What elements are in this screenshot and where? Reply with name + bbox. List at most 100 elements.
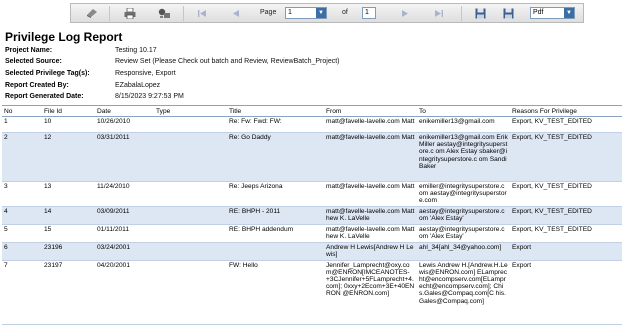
report-toolbar: Page 1 ▼ of 1 Pdf ▼	[70, 3, 584, 23]
column-header-title[interactable]: Title	[227, 105, 324, 117]
table-row: 4 14 03/09/2011 RE: BHPH - 2011 matt@fav…	[2, 206, 622, 225]
cell-reason: Export, KV_TEST_EDITED	[512, 118, 592, 125]
meta-key: Report Generated Date:	[5, 93, 84, 100]
total-pages-field: 1	[362, 7, 376, 19]
column-header-type[interactable]: Type	[154, 105, 227, 117]
cell-file-id: 12	[42, 132, 95, 182]
column-header-no[interactable]: No	[2, 105, 42, 117]
cell-no: 6	[2, 242, 42, 261]
cell-from: matt@favelle-lavelle.com Matt	[326, 118, 415, 125]
export-save-icon[interactable]	[501, 7, 515, 19]
cell-type	[154, 224, 227, 242]
next-page-icon[interactable]	[398, 7, 412, 19]
page-label: Page	[260, 9, 277, 16]
cell-type	[154, 260, 227, 324]
page-number-select[interactable]: 1 ▼	[285, 7, 327, 19]
column-header-file-id[interactable]: File Id	[42, 105, 95, 117]
cell-file-id: 23196	[42, 242, 95, 261]
cell-file-id: 13	[44, 183, 52, 190]
cell-reason: Export, KV_TEST_EDITED	[512, 225, 592, 233]
table-row: 7 23197 04/20/2001 FW: Hello Jennifer_La…	[2, 260, 622, 325]
privilege-log-table: No File Id Date Type Title From To Reaso…	[2, 105, 622, 325]
cell-no: 3	[4, 183, 8, 190]
cell-type	[154, 206, 227, 225]
toolbar-separator	[461, 6, 462, 21]
cell-date: 10/26/2010	[97, 118, 131, 125]
export-document-icon[interactable]	[85, 7, 99, 19]
cell-title	[227, 242, 324, 261]
cell-from: Andrew H Lewis[Andrew H Lewis]	[324, 242, 417, 261]
cell-file-id: 10	[44, 118, 52, 125]
total-pages-value: 1	[365, 9, 369, 16]
cell-date: 03/24/2001	[95, 242, 154, 261]
column-header-from[interactable]: From	[324, 105, 417, 117]
previous-page-icon[interactable]	[229, 7, 243, 19]
column-header-date[interactable]: Date	[95, 105, 154, 117]
cell-to: emiller@integritysuperstore.com aestay@i…	[419, 183, 507, 205]
export-format-select[interactable]: Pdf ▼	[530, 7, 575, 19]
cell-no: 4	[2, 206, 42, 225]
cell-date: 03/31/2011	[95, 132, 154, 182]
meta-key: Selected Source:	[5, 58, 62, 65]
cell-to: Lewis Andrew H.[Andrew.H.Lewis@ENRON.com…	[419, 261, 508, 305]
cell-to: aestay@integritysuperstore.c om 'Alex Es…	[419, 225, 505, 240]
cell-no: 7	[4, 261, 8, 269]
column-header-reasons[interactable]: Reasons For Privilege	[510, 105, 622, 117]
column-header-to[interactable]: To	[417, 105, 510, 117]
cell-reason: Export	[510, 242, 622, 261]
cell-from: matt@favelle-lavelle.com Matt	[324, 132, 417, 182]
save-icon[interactable]	[473, 7, 487, 19]
cell-title: Re: Go Daddy	[227, 132, 324, 182]
meta-key: Selected Privilege Tag(s):	[5, 70, 90, 77]
meta-value: 8/15/2023 9:27:53 PM	[115, 93, 184, 100]
cell-from: matt@favelle-lavelle.com Matthew K. LaVe…	[326, 225, 415, 240]
cell-title: Re: Fw: Fwd: FW:	[229, 118, 282, 125]
chevron-down-icon[interactable]: ▼	[564, 8, 574, 18]
cell-no: 2	[2, 132, 42, 182]
table-row: 5 15 01/11/2011 RE: BHPH addendum matt@f…	[2, 224, 622, 243]
cell-from: matt@favelle-lavelle.com Matthew K. LaVe…	[324, 206, 417, 225]
cell-no: 5	[4, 225, 8, 233]
first-page-icon[interactable]	[195, 7, 209, 19]
toolbar-separator	[183, 6, 184, 21]
cell-title: RE: BHPH - 2011	[227, 206, 324, 225]
meta-value: EZabalaLopez	[115, 82, 161, 89]
cell-to: enikemiller13@gmail.com Erik Miller aest…	[417, 132, 510, 182]
cell-file-id: 14	[42, 206, 95, 225]
table-row: 2 12 03/31/2011 Re: Go Daddy matt@favell…	[2, 132, 622, 182]
cell-to: enikemiller13@gmail.com	[419, 118, 495, 125]
cell-reason: Export, KV_TEST_EDITED	[512, 183, 592, 190]
export-format-value: Pdf	[533, 9, 544, 16]
cell-date: 11/24/2010	[97, 183, 130, 190]
print-icon[interactable]	[123, 7, 137, 19]
chevron-down-icon[interactable]: ▼	[316, 8, 326, 18]
cell-type	[154, 182, 227, 207]
cell-title: Re: Jeeps Arizona	[229, 183, 283, 190]
cell-to: ahl_34[ahl_34@yahoo.com]	[417, 242, 510, 261]
of-label: of	[342, 9, 348, 16]
cell-to: aestay@integritysuperstore.c om 'Alex Es…	[417, 206, 510, 225]
toolbar-separator	[109, 6, 110, 21]
meta-value: Testing 10.17	[115, 47, 157, 54]
page-number-value: 1	[288, 9, 292, 16]
cell-reason: Export, KV_TEST_EDITED	[510, 206, 622, 225]
meta-key: Report Created By:	[5, 82, 69, 89]
cell-file-id: 23197	[44, 261, 63, 269]
cell-type	[154, 242, 227, 261]
table-row: 6 23196 03/24/2001 Andrew H Lewis[Andrew…	[2, 242, 622, 261]
cell-no: 1	[4, 118, 8, 125]
meta-key: Project Name:	[5, 47, 53, 54]
cell-from: Jennifer_Lamprecht@oxy.co m@ENRON[IMCEAN…	[326, 261, 415, 298]
table-header-row: No File Id Date Type Title From To Reaso…	[2, 105, 622, 117]
table-row: 1 10 10/26/2010 Re: Fw: Fwd: FW: matt@fa…	[2, 117, 622, 133]
cell-file-id: 15	[44, 225, 52, 233]
report-title: Privilege Log Report	[5, 30, 123, 44]
cell-date: 03/09/2011	[95, 206, 154, 225]
meta-value: Review Set (Please Check out batch and R…	[115, 58, 340, 65]
page-setup-icon[interactable]	[157, 7, 171, 19]
cell-date: 01/11/2011	[97, 225, 130, 233]
cell-reason: Export	[512, 261, 532, 269]
meta-value: Responsive, Export	[115, 70, 176, 77]
last-page-icon[interactable]	[432, 7, 446, 19]
cell-title: FW: Hello	[229, 261, 258, 269]
